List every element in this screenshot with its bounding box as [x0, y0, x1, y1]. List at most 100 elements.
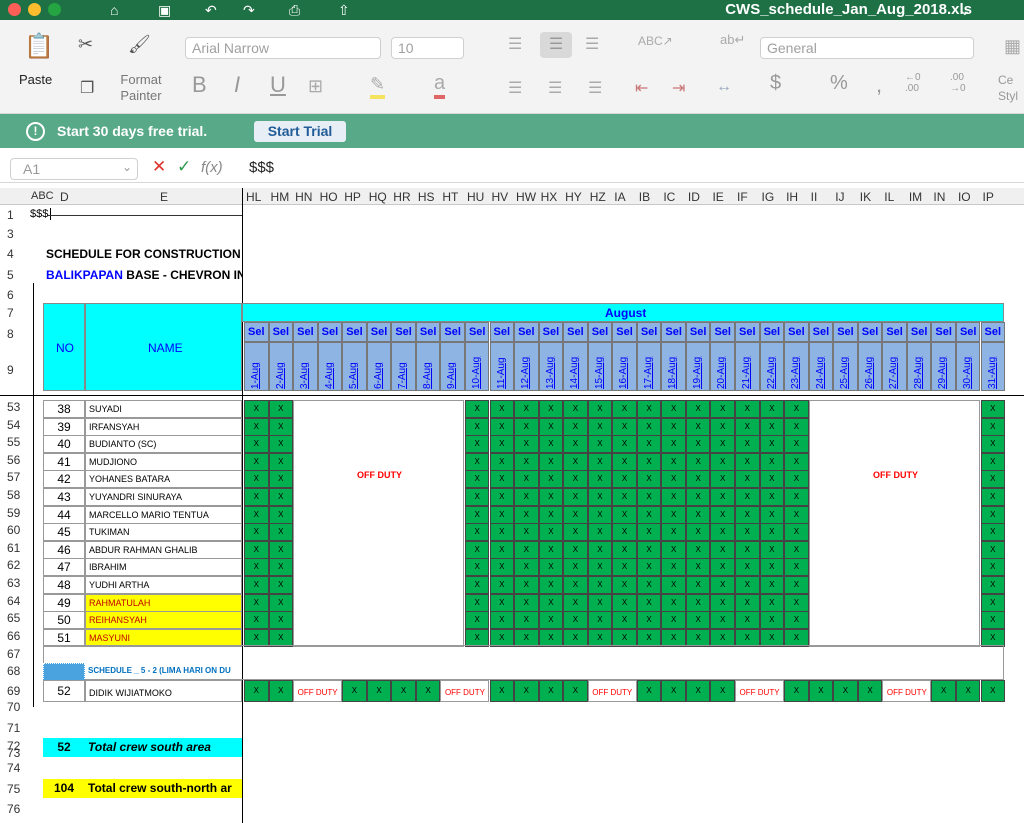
row-header-71[interactable]: 71 [0, 721, 29, 735]
duty-mark[interactable]: X [464, 558, 490, 577]
column-header-id[interactable]: ID [688, 190, 700, 204]
duty-mark[interactable]: X [538, 435, 564, 454]
duty-mark[interactable]: X [268, 523, 294, 542]
duty-mark[interactable]: X [710, 540, 735, 559]
duty-mark[interactable]: X [464, 540, 490, 559]
duty-mark[interactable]: X [735, 540, 760, 559]
duty-mark[interactable]: X [636, 680, 662, 702]
duty-mark[interactable]: X [759, 417, 785, 436]
align-middle-icon[interactable]: ☰ [540, 32, 572, 58]
duty-mark[interactable]: X [514, 400, 539, 418]
column-header-hv[interactable]: HV [492, 190, 509, 204]
duty-mark[interactable]: X [685, 540, 711, 559]
paste-icon[interactable]: 📋 [24, 32, 54, 61]
duty-mark[interactable]: X [514, 558, 539, 577]
column-header-ij[interactable]: IJ [835, 190, 844, 204]
duty-mark[interactable]: X [661, 558, 686, 577]
duty-mark[interactable]: X [538, 611, 564, 630]
duty-mark[interactable]: X [244, 452, 269, 471]
duty-mark[interactable]: X [489, 611, 515, 630]
cell-a1[interactable]: $$$ [30, 208, 52, 220]
crew-name[interactable]: RAHMATULAH [85, 593, 242, 612]
confirm-icon[interactable]: ✓ [177, 157, 191, 177]
duty-mark[interactable]: X [710, 576, 735, 594]
duty-mark[interactable]: X [244, 576, 269, 594]
row-header-58[interactable]: 58 [0, 488, 29, 502]
duty-mark[interactable]: X [538, 558, 564, 577]
duty-mark[interactable]: X [685, 435, 711, 454]
column-header-hm[interactable]: HM [271, 190, 290, 204]
duty-mark[interactable]: X [244, 558, 269, 577]
duty-mark[interactable]: X [685, 593, 711, 612]
row-header-8[interactable]: 8 [0, 327, 29, 341]
duty-mark[interactable]: X [661, 470, 686, 489]
duty-mark[interactable]: X [268, 576, 294, 594]
align-top-icon[interactable]: ☰ [508, 34, 522, 54]
duty-mark[interactable]: X [587, 452, 613, 471]
row-header-61[interactable]: 61 [0, 541, 29, 555]
duty-mark[interactable]: X [636, 523, 662, 542]
column-header-ii[interactable]: II [811, 190, 818, 204]
duty-mark[interactable]: X [563, 435, 588, 454]
row-header-56[interactable]: 56 [0, 453, 29, 467]
column-header-hn[interactable]: HN [295, 190, 312, 204]
duty-mark[interactable]: X [489, 576, 515, 594]
duty-mark[interactable]: X [710, 558, 735, 577]
duty-mark[interactable]: X [685, 611, 711, 630]
duty-mark[interactable]: X [563, 523, 588, 542]
duty-mark[interactable]: X [587, 505, 613, 524]
duty-mark[interactable]: X [636, 593, 662, 612]
duty-mark[interactable]: X [514, 593, 539, 612]
duty-mark[interactable]: X [636, 488, 662, 506]
duty-mark[interactable]: X [661, 488, 686, 506]
row-header-60[interactable]: 60 [0, 523, 29, 537]
duty-mark[interactable]: X [784, 576, 809, 594]
crew-name[interactable]: MUDJIONO [85, 452, 242, 471]
duty-mark[interactable]: X [636, 417, 662, 436]
column-header-hu[interactable]: HU [467, 190, 484, 204]
duty-mark[interactable]: X [538, 452, 564, 471]
off-duty-cell[interactable]: OFF DUTY [587, 680, 637, 702]
duty-mark[interactable]: X [980, 435, 1006, 454]
row-header-69[interactable]: 69 [0, 684, 29, 698]
duty-mark[interactable]: X [244, 400, 269, 418]
column-header-d[interactable]: D [60, 190, 69, 204]
duty-mark[interactable]: X [661, 400, 686, 418]
duty-mark[interactable]: X [268, 540, 294, 559]
row-header-55[interactable]: 55 [0, 435, 29, 449]
redo-icon[interactable]: ↷ [243, 1, 255, 19]
duty-mark[interactable]: X [612, 417, 637, 436]
duty-mark[interactable]: X [955, 680, 981, 702]
duty-mark[interactable]: X [661, 576, 686, 594]
duty-mark[interactable]: X [489, 540, 515, 559]
column-header-hw[interactable]: HW [516, 190, 536, 204]
duty-mark[interactable]: X [587, 611, 613, 630]
duty-mark[interactable]: X [784, 488, 809, 506]
duty-mark[interactable]: X [538, 523, 564, 542]
duty-mark[interactable]: X [980, 505, 1006, 524]
duty-mark[interactable]: X [563, 611, 588, 630]
duty-mark[interactable]: X [563, 540, 588, 559]
duty-mark[interactable]: X [685, 505, 711, 524]
duty-mark[interactable]: X [268, 505, 294, 524]
bold-button[interactable]: B [192, 72, 207, 98]
duty-mark[interactable]: X [735, 576, 760, 594]
duty-mark[interactable]: X [514, 505, 539, 524]
duty-mark[interactable]: X [735, 558, 760, 577]
duty-mark[interactable]: X [244, 523, 269, 542]
duty-mark[interactable]: X [759, 470, 785, 489]
duty-mark[interactable]: X [661, 680, 686, 702]
duty-mark[interactable]: X [563, 452, 588, 471]
column-header-hx[interactable]: HX [541, 190, 558, 204]
duty-mark[interactable]: X [980, 540, 1006, 559]
duty-mark[interactable]: X [464, 435, 490, 454]
duty-mark[interactable]: X [612, 400, 637, 418]
duty-mark[interactable]: X [489, 593, 515, 612]
duty-mark[interactable]: X [391, 680, 416, 702]
duty-mark[interactable]: X [587, 558, 613, 577]
cell-styles-icon[interactable]: ▦ [1004, 36, 1021, 57]
duty-mark[interactable]: X [735, 400, 760, 418]
duty-mark[interactable]: X [268, 435, 294, 454]
column-header-ig[interactable]: IG [762, 190, 775, 204]
duty-mark[interactable]: X [244, 611, 269, 630]
